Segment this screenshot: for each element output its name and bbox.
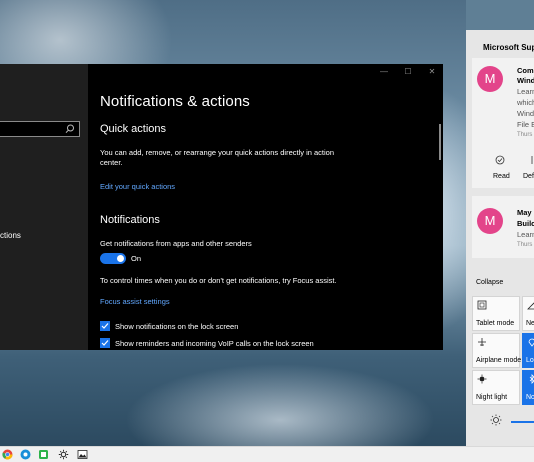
minimize-button[interactable]: — (379, 67, 389, 76)
notification-title-line: Com (517, 66, 534, 75)
toggle-state-label: On (131, 254, 142, 263)
notification-body-line: Learn (517, 230, 534, 239)
window-controls: — ☐ ✕ (379, 67, 437, 76)
settings-sidebar: ctions (0, 64, 88, 350)
chrome-icon[interactable] (2, 449, 13, 460)
lock-screen-notifications-label: Show notifications on the lock screen (115, 322, 239, 331)
settings-icon[interactable] (58, 449, 69, 460)
notification-body-line: which (517, 98, 534, 107)
defer-icon (531, 156, 533, 164)
store-icon[interactable] (38, 449, 49, 460)
airplane-icon (478, 338, 486, 346)
settings-content: — ☐ ✕ Notifications & actions Quick acti… (88, 64, 443, 350)
notification-group-header[interactable]: Microsoft Sup (483, 43, 534, 52)
avatar: M (477, 66, 503, 92)
tablet-icon (477, 300, 487, 310)
page-title: Notifications & actions (100, 93, 250, 110)
tile-bluetooth[interactable]: No (522, 370, 534, 405)
collapse-button[interactable]: Collapse (476, 279, 503, 286)
maximize-button[interactable]: ☐ (403, 67, 413, 76)
tile-label: Ne (526, 320, 534, 327)
notification-title-line: Wind (517, 76, 534, 85)
tile-label: Tablet mode (476, 320, 515, 327)
brightness-slider[interactable] (511, 421, 534, 423)
taskbar (0, 446, 534, 462)
defer-action-button[interactable]: Def (523, 173, 534, 180)
network-icon (527, 302, 534, 310)
location-icon (528, 338, 534, 347)
quick-actions-heading: Quick actions (100, 123, 167, 135)
action-center-gap (466, 0, 534, 30)
notifications-heading: Notifications (100, 214, 160, 226)
tile-label: Night light (476, 394, 508, 401)
lock-screen-reminders-checkbox[interactable] (100, 338, 110, 348)
checkmark-icon (101, 323, 109, 329)
notification-time: Thurs (517, 242, 533, 248)
tile-network[interactable]: Ne (522, 296, 534, 331)
tile-label: Airplane mode (476, 357, 522, 364)
tile-tablet-mode[interactable]: Tablet mode (472, 296, 520, 331)
toggle-knob (117, 255, 124, 262)
notification-body-line: Wind (517, 109, 534, 118)
notification-body-line: File E (517, 120, 534, 129)
settings-search-box[interactable] (0, 121, 80, 137)
sidebar-item-notifications[interactable]: ctions (0, 231, 21, 240)
night-light-icon (477, 374, 487, 384)
tile-label: Lo (526, 357, 534, 364)
search-icon (65, 124, 74, 133)
read-check-icon (495, 155, 505, 165)
focus-assist-description: To control times when you do or don't ge… (100, 276, 337, 285)
notification-body-line: Learn (517, 87, 534, 96)
read-action-button[interactable]: Read (493, 173, 510, 180)
lock-screen-reminders-label: Show reminders and incoming VoIP calls o… (115, 339, 314, 348)
notification-time: Thurs (517, 132, 533, 138)
close-button[interactable]: ✕ (427, 67, 437, 76)
tile-airplane-mode[interactable]: Airplane mode (472, 333, 522, 368)
avatar: M (477, 208, 503, 234)
focus-assist-settings-link[interactable]: Focus assist settings (100, 297, 170, 306)
tile-label: No (526, 394, 534, 401)
bluetooth-icon (529, 374, 534, 384)
notifications-toggle[interactable] (100, 253, 126, 264)
tile-night-light[interactable]: Night light (472, 370, 520, 405)
edit-quick-actions-link[interactable]: Edit your quick actions (100, 182, 175, 191)
photos-icon[interactable] (77, 449, 88, 460)
checkmark-icon (101, 340, 109, 346)
settings-window: ctions — ☐ ✕ Notifications & actions Qui… (0, 64, 443, 350)
action-center: Microsoft Sup M Com Wind Learn which Win… (466, 0, 534, 446)
quick-actions-description: You can add, remove, or rearrange your q… (100, 148, 335, 167)
tile-location[interactable]: Lo (522, 333, 534, 368)
lock-screen-notifications-checkbox[interactable] (100, 321, 110, 331)
notification-title-line: Builc (517, 219, 534, 228)
get-notifications-label: Get notifications from apps and other se… (100, 239, 252, 248)
edge-icon[interactable] (20, 449, 31, 460)
content-scrollbar[interactable] (439, 124, 441, 160)
brightness-icon (490, 414, 502, 426)
notification-title-line: May (517, 208, 532, 217)
